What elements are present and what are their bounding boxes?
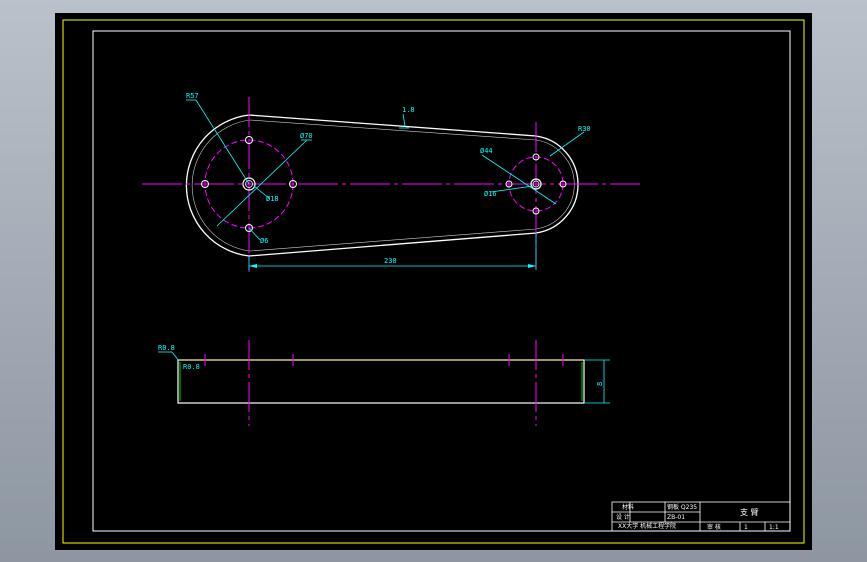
dim-dia-44: Ø44	[480, 147, 493, 155]
cad-drawing[interactable]: R57 Ø70 Ø18 Ø6 1.8 R30 Ø44 Ø16 230 R0.8 …	[0, 0, 867, 562]
side-view-body	[177, 359, 585, 404]
tb-qty-value: 1	[744, 524, 748, 531]
tb-checker: 审 核	[707, 523, 721, 531]
dim-draft: 1.8	[402, 106, 415, 114]
dim-hole: Ø6	[260, 237, 268, 245]
dim-center-distance: 230	[384, 257, 397, 265]
dim-dia-18: Ø18	[266, 195, 279, 203]
outer-border	[62, 19, 805, 544]
dim-right-radius: R30	[578, 125, 591, 133]
arm-outline	[185, 114, 579, 257]
tb-scale-value: 1:1	[769, 524, 779, 531]
dim-dia-70: Ø70	[300, 132, 313, 140]
dim-top-left-radius: R57	[186, 92, 199, 100]
tb-part-name: 支 臂	[740, 507, 759, 517]
tb-material-label: 材料	[622, 503, 634, 511]
tb-designer: 设 计	[616, 513, 630, 521]
inner-border	[92, 30, 791, 532]
dim-dia-16: Ø16	[484, 190, 497, 198]
dim-thickness: 8	[596, 382, 604, 386]
tb-material-value: 钢板 Q235	[667, 503, 697, 511]
dim-fillet-inner: R0.8	[183, 363, 200, 371]
dim-fillet-outer: R0.8	[158, 344, 175, 352]
tb-drawing-no: ZB-01	[667, 514, 685, 521]
tb-school: XX大学 机械工程学院	[618, 522, 676, 530]
